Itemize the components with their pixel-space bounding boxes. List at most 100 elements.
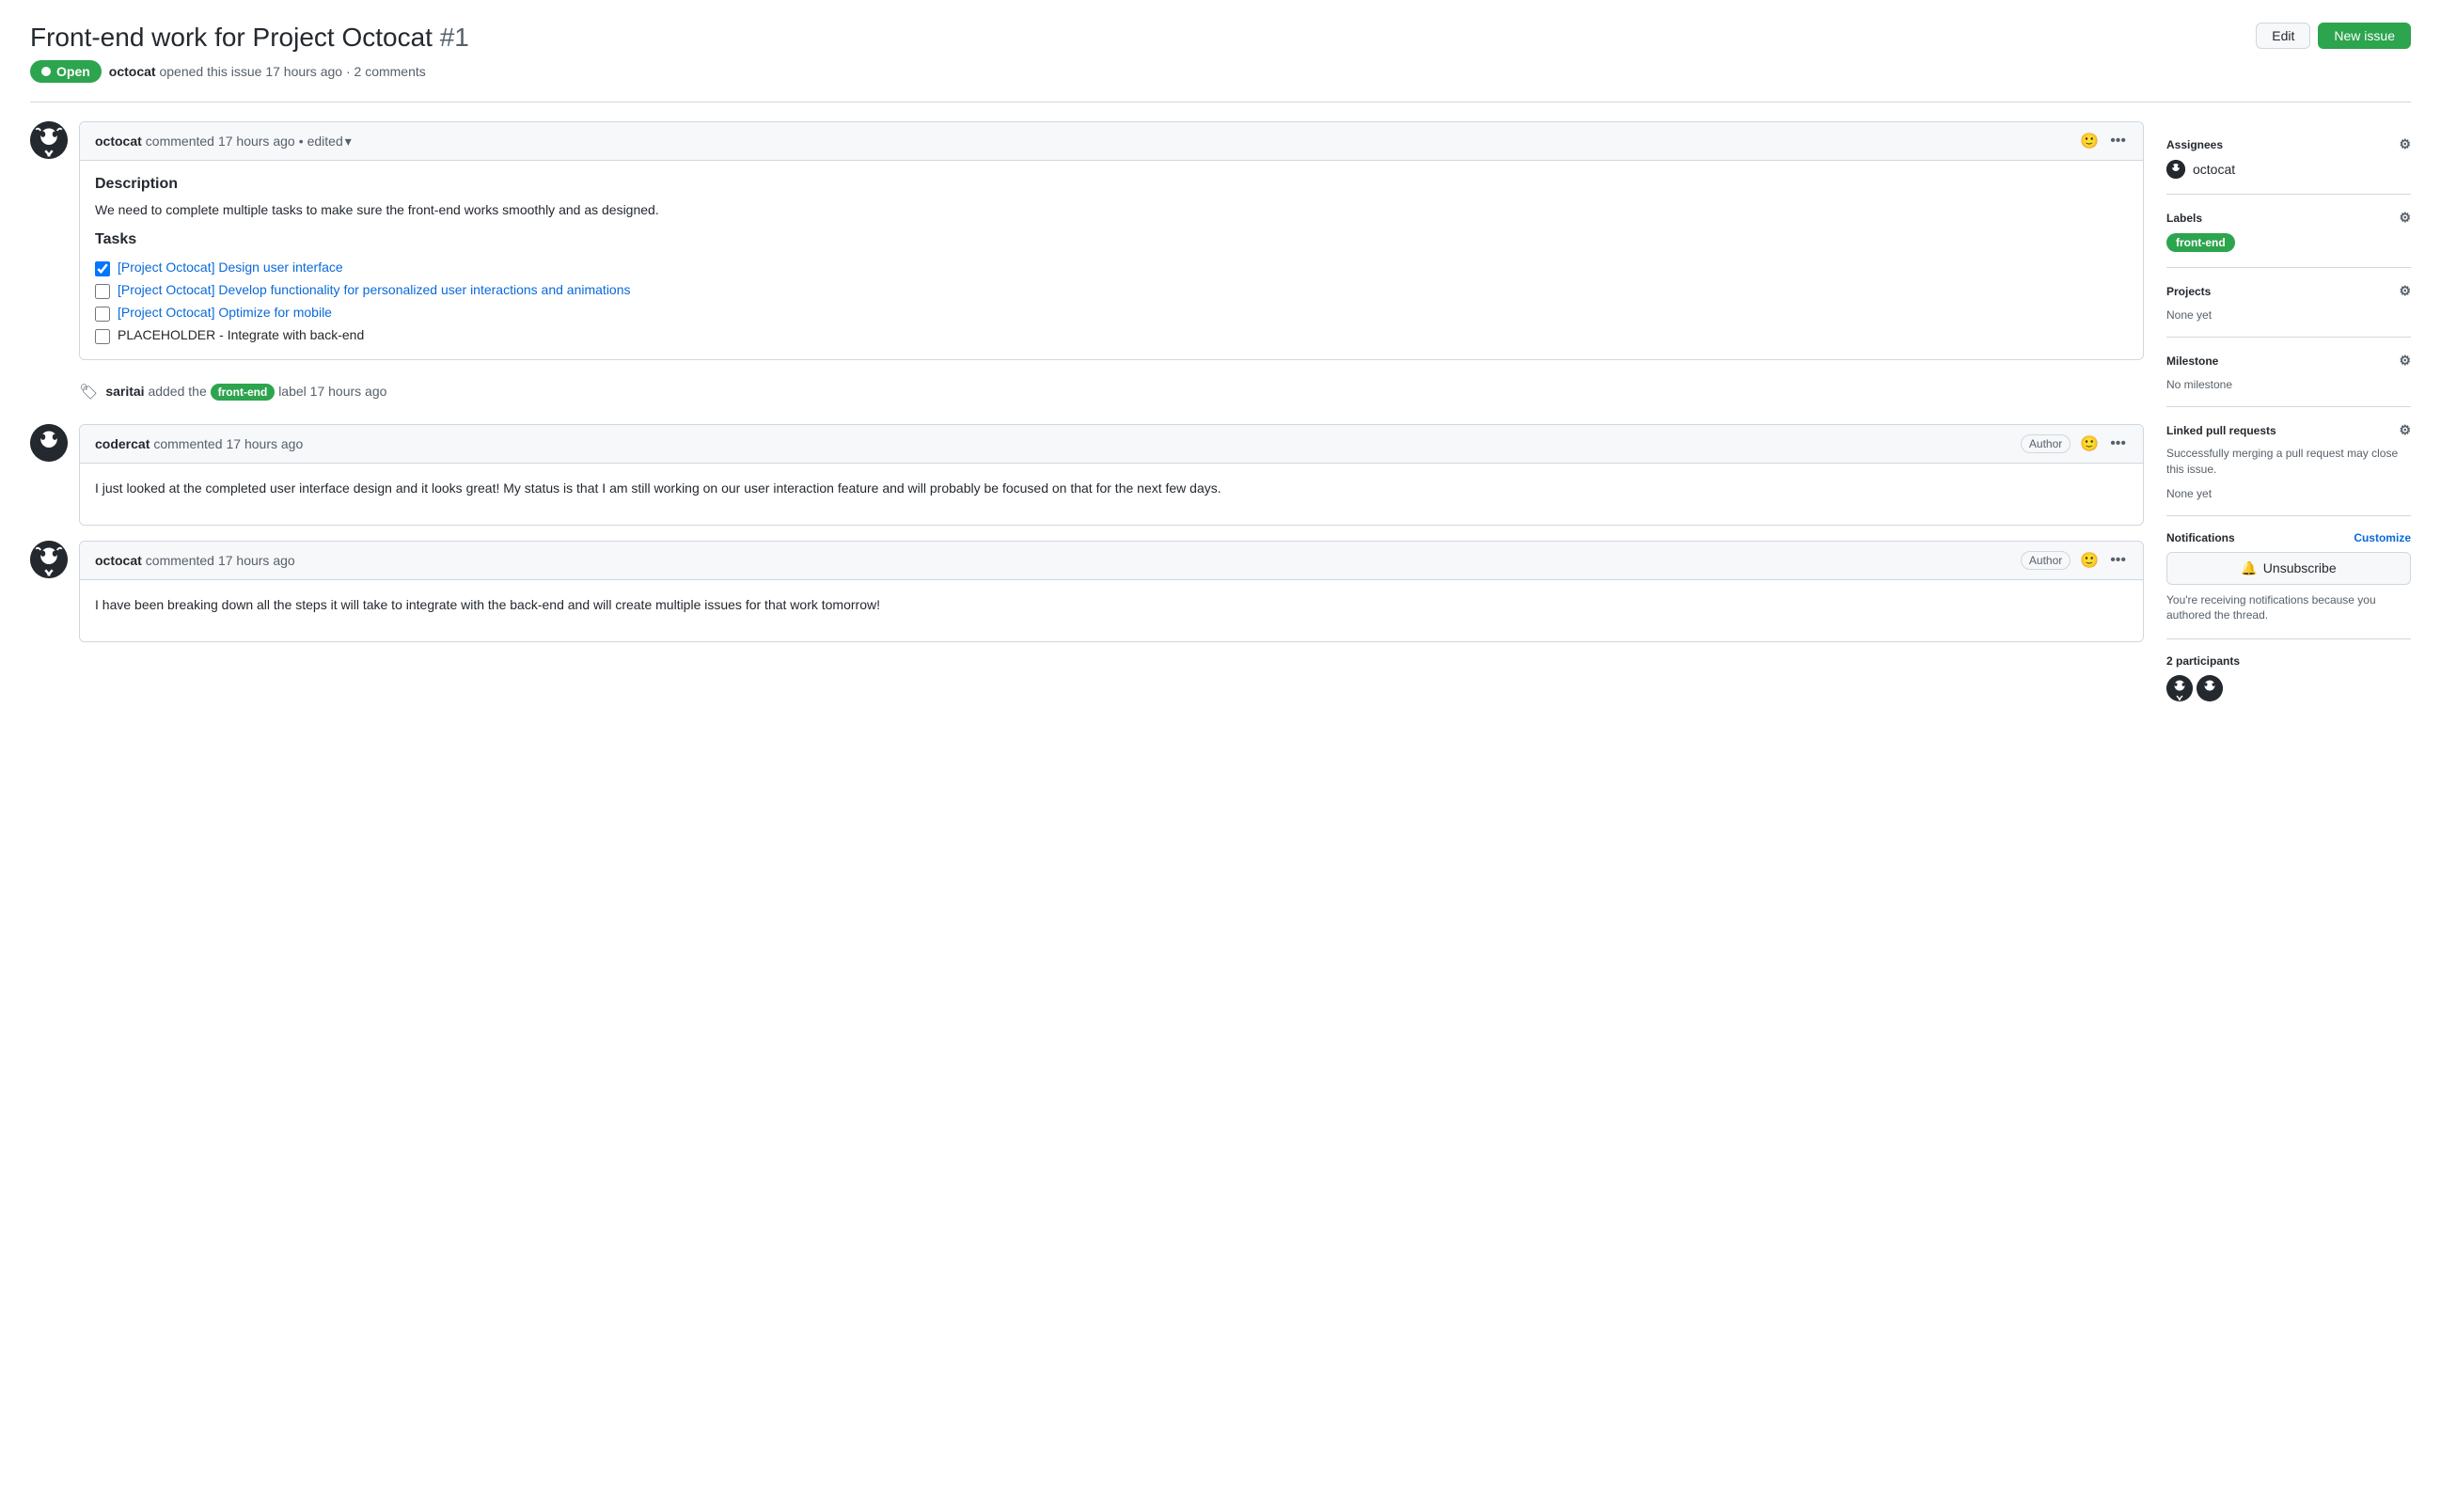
sidebar-projects-title-row: Projects ⚙	[2166, 283, 2411, 299]
content-area: octocat commented 17 hours ago • edited …	[30, 121, 2144, 717]
first-comment-block: octocat commented 17 hours ago • edited …	[30, 121, 2144, 360]
emoji-button-2[interactable]: 🙂	[2078, 433, 2101, 455]
second-comment-box: codercat commented 17 hours ago Author 🙂…	[79, 424, 2144, 526]
sidebar-milestone-title-row: Milestone ⚙	[2166, 353, 2411, 369]
first-comment-header-right: 🙂 •••	[2078, 130, 2128, 152]
second-comment-header: codercat commented 17 hours ago Author 🙂…	[80, 425, 2143, 464]
assignees-gear-icon[interactable]: ⚙	[2399, 136, 2411, 152]
task-link-2[interactable]: [Project Octocat] Develop functionality …	[118, 282, 631, 297]
status-text: Open	[56, 64, 90, 79]
meta-opened: opened this issue	[159, 64, 265, 79]
linked-prs-none: None yet	[2166, 487, 2212, 500]
projects-title: Projects	[2166, 285, 2211, 298]
activity-action: added the	[148, 384, 206, 399]
third-comment-box: octocat commented 17 hours ago Author 🙂 …	[79, 541, 2144, 642]
main-layout: octocat commented 17 hours ago • edited …	[30, 121, 2411, 717]
sidebar-linked-prs-title-row: Linked pull requests ⚙	[2166, 422, 2411, 438]
header-actions: Edit New issue	[2256, 23, 2411, 49]
task-link-1[interactable]: [Project Octocat] Design user interface	[118, 260, 343, 275]
label-activity-icon: 🏷	[79, 383, 98, 402]
second-comment-header-left: codercat commented 17 hours ago	[95, 436, 303, 451]
notifications-note: You're receiving notifications because y…	[2166, 592, 2411, 624]
activity-text: saritai added the front-end label 17 hou…	[105, 384, 386, 401]
edited-text: edited	[307, 134, 343, 149]
projects-none: None yet	[2166, 308, 2212, 322]
participants-title: 2 participants	[2166, 654, 2240, 668]
third-comment-body: I have been breaking down all the steps …	[80, 580, 2143, 641]
task-checkbox-3[interactable]	[95, 307, 110, 322]
third-comment-header: octocat commented 17 hours ago Author 🙂 …	[80, 542, 2143, 580]
description-text: We need to complete multiple tasks to ma…	[95, 200, 2128, 220]
issue-number: #1	[440, 23, 469, 52]
notifications-title: Notifications	[2166, 531, 2235, 544]
task-checkbox-1[interactable]	[95, 261, 110, 276]
participant-avatar-2	[2197, 675, 2223, 701]
second-comment-text: I just looked at the completed user inte…	[95, 479, 2128, 498]
activity-actor: saritai	[105, 384, 144, 399]
sidebar-labels: Labels ⚙ front-end	[2166, 195, 2411, 268]
more-options-button-3[interactable]: •••	[2108, 550, 2128, 571]
label-front-end: front-end	[2166, 233, 2235, 252]
linked-prs-description: Successfully merging a pull request may …	[2166, 446, 2411, 478]
first-comment-action: commented	[146, 134, 214, 149]
issue-author: octocat	[109, 64, 156, 79]
edited-link[interactable]: edited ▾	[307, 134, 352, 150]
status-dot	[41, 67, 51, 76]
task-checkbox-4[interactable]	[95, 329, 110, 344]
meta-time: 17 hours ago	[265, 64, 342, 79]
task-item-2: [Project Octocat] Develop functionality …	[95, 282, 2128, 299]
task-item-4: PLACEHOLDER - Integrate with back-end	[95, 327, 2128, 344]
linked-prs-gear-icon[interactable]: ⚙	[2399, 422, 2411, 438]
issue-title-text: Front-end work for Project Octocat	[30, 23, 433, 52]
sidebar-labels-title-row: Labels ⚙	[2166, 210, 2411, 226]
more-options-button-1[interactable]: •••	[2108, 131, 2128, 151]
meta-text: octocat opened this issue 17 hours ago ·…	[109, 64, 426, 79]
description-heading: Description	[95, 176, 2128, 193]
activity-suffix: label 17 hours ago	[278, 384, 386, 399]
second-comment-time: 17 hours ago	[227, 436, 304, 451]
second-comment-body: I just looked at the completed user inte…	[80, 464, 2143, 525]
sidebar-participants-title-row: 2 participants	[2166, 654, 2411, 668]
labels-title: Labels	[2166, 212, 2202, 225]
assignee-avatar	[2166, 160, 2185, 179]
first-comment-header-left: octocat commented 17 hours ago • edited …	[95, 134, 352, 150]
emoji-button-1[interactable]: 🙂	[2078, 130, 2101, 152]
meta-comments: 2 comments	[354, 64, 426, 79]
more-options-button-2[interactable]: •••	[2108, 433, 2128, 454]
activity-label-badge: front-end	[211, 384, 276, 401]
sidebar-notifications-title-row: Notifications Customize	[2166, 531, 2411, 544]
new-issue-button[interactable]: New issue	[2318, 23, 2411, 49]
task-link-3[interactable]: [Project Octocat] Optimize for mobile	[118, 305, 332, 320]
sidebar-assignees-title-row: Assignees ⚙	[2166, 136, 2411, 152]
assignees-title: Assignees	[2166, 138, 2223, 151]
third-comment-block: octocat commented 17 hours ago Author 🙂 …	[30, 541, 2144, 642]
labels-gear-icon[interactable]: ⚙	[2399, 210, 2411, 226]
second-comment-header-right: Author 🙂 •••	[2021, 433, 2128, 455]
unsubscribe-button[interactable]: 🔔 Unsubscribe	[2166, 552, 2411, 585]
sidebar-milestone: Milestone ⚙ No milestone	[2166, 338, 2411, 407]
emoji-button-3[interactable]: 🙂	[2078, 549, 2101, 572]
sidebar-assignees: Assignees ⚙ octocat	[2166, 121, 2411, 195]
first-comment-header: octocat commented 17 hours ago • edited …	[80, 122, 2143, 161]
edit-button[interactable]: Edit	[2256, 23, 2310, 49]
notifications-customize-link[interactable]: Customize	[2354, 531, 2411, 544]
sidebar-projects: Projects ⚙ None yet	[2166, 268, 2411, 338]
sidebar-linked-prs: Linked pull requests ⚙ Successfully merg…	[2166, 407, 2411, 516]
third-comment-action: commented	[146, 553, 214, 568]
tasks-heading: Tasks	[95, 231, 2128, 248]
bell-icon: 🔔	[2241, 560, 2257, 576]
milestone-title: Milestone	[2166, 354, 2218, 368]
third-comment-text: I have been breaking down all the steps …	[95, 595, 2128, 615]
first-comment-bullet: •	[299, 134, 304, 149]
chevron-down-icon: ▾	[345, 134, 352, 150]
projects-gear-icon[interactable]: ⚙	[2399, 283, 2411, 299]
milestone-none: No milestone	[2166, 378, 2232, 391]
task-checkbox-2[interactable]	[95, 284, 110, 299]
sidebar-notifications: Notifications Customize 🔔 Unsubscribe Yo…	[2166, 516, 2411, 640]
avatar-octocat-1	[30, 121, 68, 159]
author-badge-3: Author	[2021, 551, 2071, 570]
author-badge-2: Author	[2021, 434, 2071, 453]
milestone-gear-icon[interactable]: ⚙	[2399, 353, 2411, 369]
issue-title: Front-end work for Project Octocat #1	[30, 23, 469, 53]
participant-avatar-1	[2166, 675, 2193, 701]
